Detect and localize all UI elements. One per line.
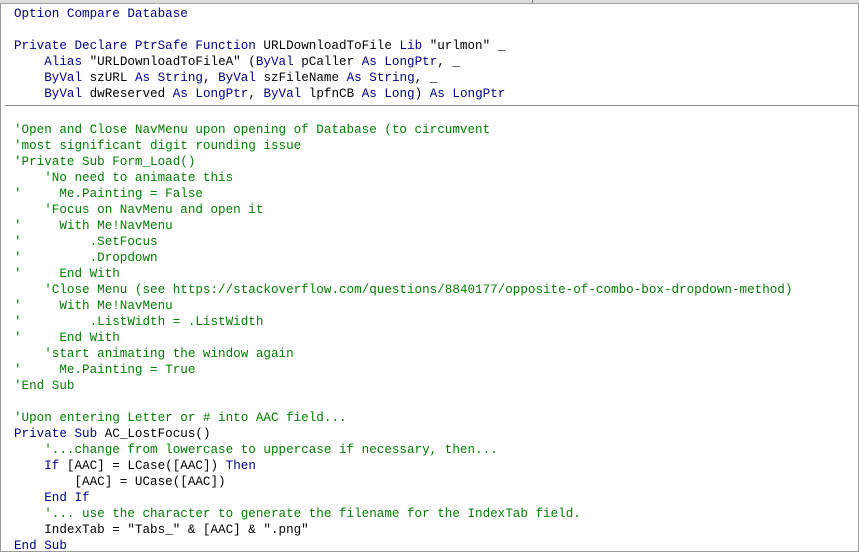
comment-token: '...change from lowercase to uppercase i… — [14, 443, 498, 457]
comment-token: 'Close Menu (see https://stackoverflow.c… — [14, 283, 793, 297]
code-editor[interactable]: Option Compare Database Private Declare P… — [0, 4, 859, 554]
code-line[interactable]: ByVal szURL As String, ByVal szFileName … — [14, 70, 437, 86]
keyword-token: Lib — [399, 39, 430, 53]
code-line[interactable]: End If — [14, 490, 90, 506]
keyword-token: ByVal — [44, 87, 90, 101]
code-token: IndexTab = "Tabs_" & [AAC] & ".png" — [14, 523, 309, 537]
code-line[interactable]: IndexTab = "Tabs_" & [AAC] & ".png" — [14, 522, 309, 538]
code-line[interactable]: 'Close Menu (see https://stackoverflow.c… — [14, 282, 792, 298]
code-line[interactable]: 'No need to animaate this — [14, 170, 233, 186]
comment-token: ' End With — [14, 331, 120, 345]
code-token: szFileName — [263, 71, 347, 85]
keyword-token: As String — [134, 71, 203, 85]
keyword-token: As Long — [361, 87, 415, 101]
comment-token: 'End Sub — [14, 379, 75, 393]
comment-token: 'start animating the window again — [14, 347, 294, 361]
code-token: , — [202, 71, 219, 85]
comment-token: ' Me.Painting = True — [14, 363, 196, 377]
keyword-token: Alias — [44, 55, 90, 69]
code-token: szURL — [89, 71, 135, 85]
comment-token: ' .ListWidth = .ListWidth — [14, 315, 264, 329]
code-token: "urlmon" _ — [429, 39, 506, 53]
code-line[interactable]: Private Sub AC_LostFocus() — [14, 426, 211, 442]
code-token: AC_LostFocus() — [104, 427, 211, 441]
keyword-token: As String — [346, 71, 415, 85]
code-line[interactable]: If [AAC] = LCase([AAC]) Then — [14, 458, 256, 474]
code-line[interactable]: [AAC] = UCase([AAC]) — [14, 474, 226, 490]
code-line[interactable]: ' With Me!NavMenu — [14, 218, 173, 234]
comment-token: 'Upon entering Letter or # into AAC fiel… — [14, 411, 347, 425]
keyword-token: As LongPtr — [172, 87, 249, 101]
keyword-token: Option Compare Database — [14, 7, 188, 21]
keyword-token: If — [44, 459, 67, 473]
keyword-token: As LongPtr — [429, 87, 506, 101]
comment-token: 'Focus on NavMenu and open it — [14, 203, 264, 217]
keyword-token: ByVal — [44, 71, 90, 85]
code-line[interactable]: Private Declare PtrSafe Function URLDown… — [14, 38, 505, 54]
comment-token: ' Me.Painting = False — [14, 187, 203, 201]
comment-token: ' End With — [14, 267, 120, 281]
keyword-token: End If — [44, 491, 90, 505]
code-line[interactable]: ' Me.Painting = True — [14, 362, 195, 378]
code-token: lpfnCB — [308, 87, 362, 101]
window-top-tick — [532, 0, 533, 3]
keyword-token: Private Sub — [14, 427, 105, 441]
comment-token: ' With Me!NavMenu — [14, 219, 173, 233]
keyword-token: As LongPtr — [361, 55, 438, 69]
code-line[interactable]: 'start animating the window again — [14, 346, 294, 362]
code-line[interactable]: ' End With — [14, 266, 120, 282]
code-line[interactable]: End Sub — [14, 538, 67, 554]
code-token: , _ — [437, 55, 460, 69]
keyword-token: Then — [225, 459, 256, 473]
code-line[interactable]: ' .ListWidth = .ListWidth — [14, 314, 263, 330]
comment-token: 'most significant digit rounding issue — [14, 139, 302, 153]
code-token: , _ — [414, 71, 438, 85]
code-token: [AAC] = LCase([AAC]) — [66, 459, 226, 473]
keyword-token: ByVal — [218, 71, 264, 85]
code-token: [AAC] = UCase([AAC]) — [14, 475, 226, 489]
code-token: pCaller — [301, 55, 362, 69]
keyword-token: Private Declare PtrSafe Function — [14, 39, 264, 53]
keyword-token: End Sub — [14, 539, 67, 553]
code-line[interactable]: 'Focus on NavMenu and open it — [14, 202, 263, 218]
keyword-token: ByVal — [255, 55, 302, 69]
code-line[interactable]: 'Upon entering Letter or # into AAC fiel… — [14, 410, 347, 426]
code-token: "URLDownloadToFileA" ( — [89, 55, 256, 69]
comment-token: ' .Dropdown — [14, 251, 158, 265]
code-lines: Option Compare Database Private Declare P… — [1, 4, 858, 554]
code-token: URLDownloadToFile — [263, 39, 400, 53]
comment-token: '... use the character to generate the f… — [14, 507, 581, 521]
comment-token: 'Private Sub Form_Load() — [14, 155, 196, 169]
code-line[interactable]: Alias "URLDownloadToFileA" (ByVal pCalle… — [14, 54, 460, 70]
code-line[interactable]: 'Open and Close NavMenu upon opening of … — [14, 122, 490, 138]
code-line[interactable]: Option Compare Database — [14, 6, 188, 22]
code-line[interactable]: 'Private Sub Form_Load() — [14, 154, 195, 170]
code-line[interactable]: '...change from lowercase to uppercase i… — [14, 442, 498, 458]
code-token: ) — [414, 87, 430, 101]
code-line[interactable]: 'most significant digit rounding issue — [14, 138, 301, 154]
comment-token: ' With Me!NavMenu — [14, 299, 173, 313]
code-line[interactable]: ' End With — [14, 330, 120, 346]
comment-token: ' .SetFocus — [14, 235, 158, 249]
code-line[interactable]: 'End Sub — [14, 378, 74, 394]
keyword-token: ByVal — [263, 87, 309, 101]
code-line[interactable]: '... use the character to generate the f… — [14, 506, 581, 522]
code-line[interactable]: ' Me.Painting = False — [14, 186, 203, 202]
code-line[interactable]: ' .SetFocus — [14, 234, 158, 250]
code-line[interactable]: ByVal dwReserved As LongPtr, ByVal lpfnC… — [14, 86, 505, 102]
comment-token: 'No need to animaate this — [14, 171, 234, 185]
code-line[interactable]: ' .Dropdown — [14, 250, 158, 266]
comment-token: 'Open and Close NavMenu upon opening of … — [14, 123, 491, 137]
code-line[interactable]: ' With Me!NavMenu — [14, 298, 173, 314]
code-token: dwReserved — [89, 87, 173, 101]
code-token: , — [248, 87, 264, 101]
